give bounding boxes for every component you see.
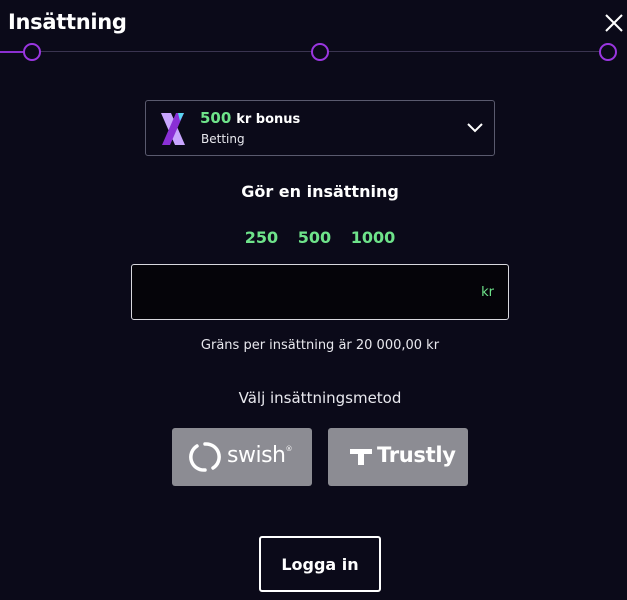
step-2-dot (311, 43, 329, 61)
swish-button[interactable]: swish® (172, 428, 312, 486)
step-1-dot (23, 43, 41, 61)
amount-presets: 250 500 1000 (0, 228, 627, 247)
bonus-select[interactable]: 500 kr bonus Betting (145, 100, 495, 156)
swish-logo-icon (189, 442, 221, 472)
close-button[interactable] (603, 12, 625, 34)
trustly-label: Trustly (377, 443, 456, 467)
payment-method-heading: Välj insättningsmetod (238, 389, 402, 407)
login-button[interactable]: Logga in (259, 536, 381, 592)
deposit-heading: Gör en insättning (241, 182, 399, 201)
currency-label: kr (481, 285, 494, 300)
chevron-down-icon (467, 123, 483, 133)
preset-500-button[interactable]: 500 (298, 228, 331, 247)
bonus-amount: 500 kr bonus (200, 109, 300, 127)
bonus-amount-label: kr bonus (236, 112, 301, 127)
brand-x-icon (161, 113, 185, 145)
deposit-limit-text: Gräns per insättning är 20 000,00 kr (200, 338, 440, 353)
trustly-button[interactable]: Trustly (328, 428, 468, 486)
preset-250-button[interactable]: 250 (245, 228, 278, 247)
preset-1000-button[interactable]: 1000 (351, 228, 396, 247)
page-title: Insättning (8, 10, 127, 34)
amount-field: kr (131, 264, 509, 320)
trustly-logo-icon (350, 449, 372, 465)
bonus-category: Betting (201, 132, 245, 146)
bonus-amount-value: 500 (200, 109, 232, 127)
amount-input[interactable] (132, 265, 472, 319)
progress-stepper (0, 42, 627, 62)
step-3-dot (599, 43, 617, 61)
close-icon (605, 14, 623, 32)
swish-label: swish® (227, 443, 292, 468)
